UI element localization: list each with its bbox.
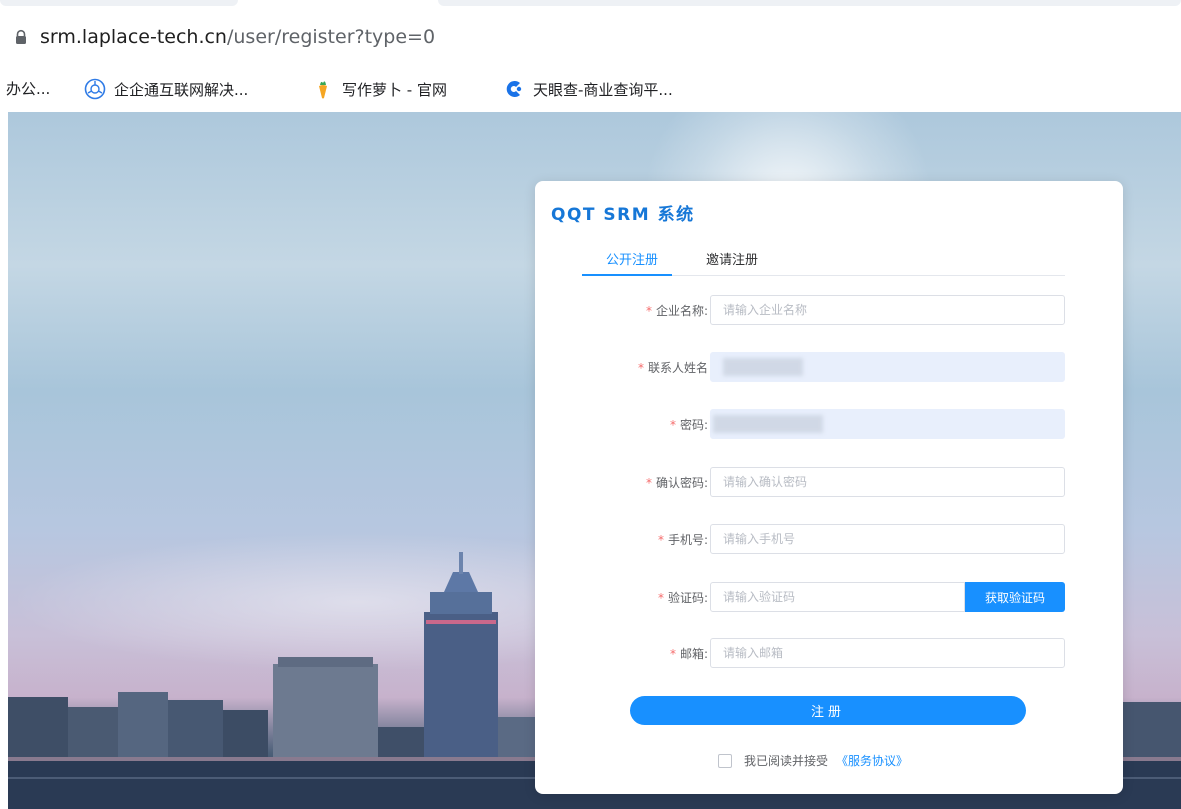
required-mark: *	[645, 476, 652, 490]
bookmark-tianyancha[interactable]: 天眼查-商业查询平...	[503, 78, 673, 100]
browser-tab-edge[interactable]	[0, 0, 238, 6]
agreement-text: 我已阅读并接受	[744, 754, 829, 768]
required-mark: *	[657, 591, 664, 605]
register-card: QQT SRM 系统 公开注册 邀请注册 *企业名称: *联系人姓名 *密码: …	[535, 181, 1123, 794]
company-name-label-text: 企业名称:	[655, 304, 708, 318]
code-label: * 验证码:	[658, 589, 708, 606]
email-label: * 邮箱:	[670, 645, 708, 662]
confirm-password-label-text: 确认密码:	[655, 476, 708, 490]
code-input[interactable]	[710, 582, 965, 612]
phone-label: * 手机号:	[658, 531, 708, 548]
email-label-text: 邮箱:	[679, 647, 708, 661]
code-label-text: 验证码:	[667, 591, 708, 605]
url-host: srm.laplace-tech.cn	[40, 26, 227, 48]
bookmark-office[interactable]: 办公...	[6, 78, 50, 99]
form-row-code: *验证码: 获取验证码	[535, 582, 1123, 612]
bookmark-xiezuoluobo[interactable]: 写作萝卜 - 官网	[312, 78, 447, 100]
form-row-confirm-password: * 确认密码:	[535, 467, 1123, 497]
form-row-contact-name: * 联系人姓名	[535, 352, 1123, 382]
agreement-checkbox[interactable]	[718, 753, 732, 768]
service-agreement-link[interactable]: 《服务协议》	[836, 752, 908, 769]
password-label-text: 密码:	[679, 418, 708, 432]
form-row-company-name: * 企业名称:	[535, 295, 1123, 325]
contact-name-label-text: 联系人姓名	[647, 361, 708, 375]
card-title: QQT SRM 系统	[551, 205, 695, 225]
tab-public-register[interactable]: 公开注册	[606, 249, 658, 268]
url-path: /user/register?type=0	[226, 26, 436, 48]
redacted-value-blur	[713, 415, 823, 433]
email-input[interactable]	[710, 638, 1065, 668]
company-name-label: * 企业名称:	[646, 302, 708, 319]
register-button[interactable]: 注册	[630, 696, 1026, 725]
tab-invite-register[interactable]: 邀请注册	[706, 249, 758, 268]
required-mark: *	[637, 361, 644, 375]
bookmark-qiqitong[interactable]: 企企通互联网解决...	[84, 78, 248, 100]
agreement-row: 我已阅读并接受 《服务协议》	[718, 752, 908, 769]
form-row-email: * 邮箱:	[535, 638, 1123, 668]
form-row-password: * 密码:	[535, 409, 1123, 439]
phone-input[interactable]	[710, 524, 1065, 554]
carrot-icon	[319, 81, 327, 99]
redacted-value-blur	[723, 358, 803, 376]
confirm-password-input[interactable]	[710, 467, 1065, 497]
company-name-input[interactable]	[710, 295, 1065, 325]
url-text[interactable]: srm.laplace-tech.cn/user/register?type=0	[40, 25, 435, 49]
confirm-password-label: * 确认密码:	[646, 474, 708, 491]
lock-icon[interactable]	[13, 29, 29, 45]
get-code-button[interactable]: 获取验证码	[965, 582, 1065, 612]
phone-label-text: 手机号:	[667, 533, 708, 547]
form-row-phone: * 手机号:	[535, 524, 1123, 554]
bookmark-label: 办公...	[6, 80, 51, 98]
contact-name-label: * 联系人姓名	[638, 359, 708, 376]
bookmark-label: 天眼查-商业查询平...	[533, 80, 673, 99]
bookmark-label: 写作萝卜 - 官网	[342, 80, 447, 99]
browser-tab-edge[interactable]	[438, 0, 1181, 6]
bookmarks-bar: 办公... 企企通互联网解决... 写作萝卜 - 官网 天眼查-商业查询平...	[0, 68, 1181, 108]
required-mark: *	[669, 418, 676, 432]
browser-address-bar: srm.laplace-tech.cn/user/register?type=0	[0, 0, 1181, 64]
required-mark: *	[645, 304, 652, 318]
active-tab-indicator	[582, 274, 672, 276]
tianyancha-icon	[506, 81, 522, 97]
required-mark: *	[669, 647, 676, 661]
password-label: * 密码:	[670, 416, 708, 433]
required-mark: *	[657, 533, 664, 547]
compass-icon	[84, 78, 106, 100]
register-tabs: 公开注册 邀请注册	[582, 243, 1065, 276]
bookmark-label: 企企通互联网解决...	[114, 80, 249, 99]
